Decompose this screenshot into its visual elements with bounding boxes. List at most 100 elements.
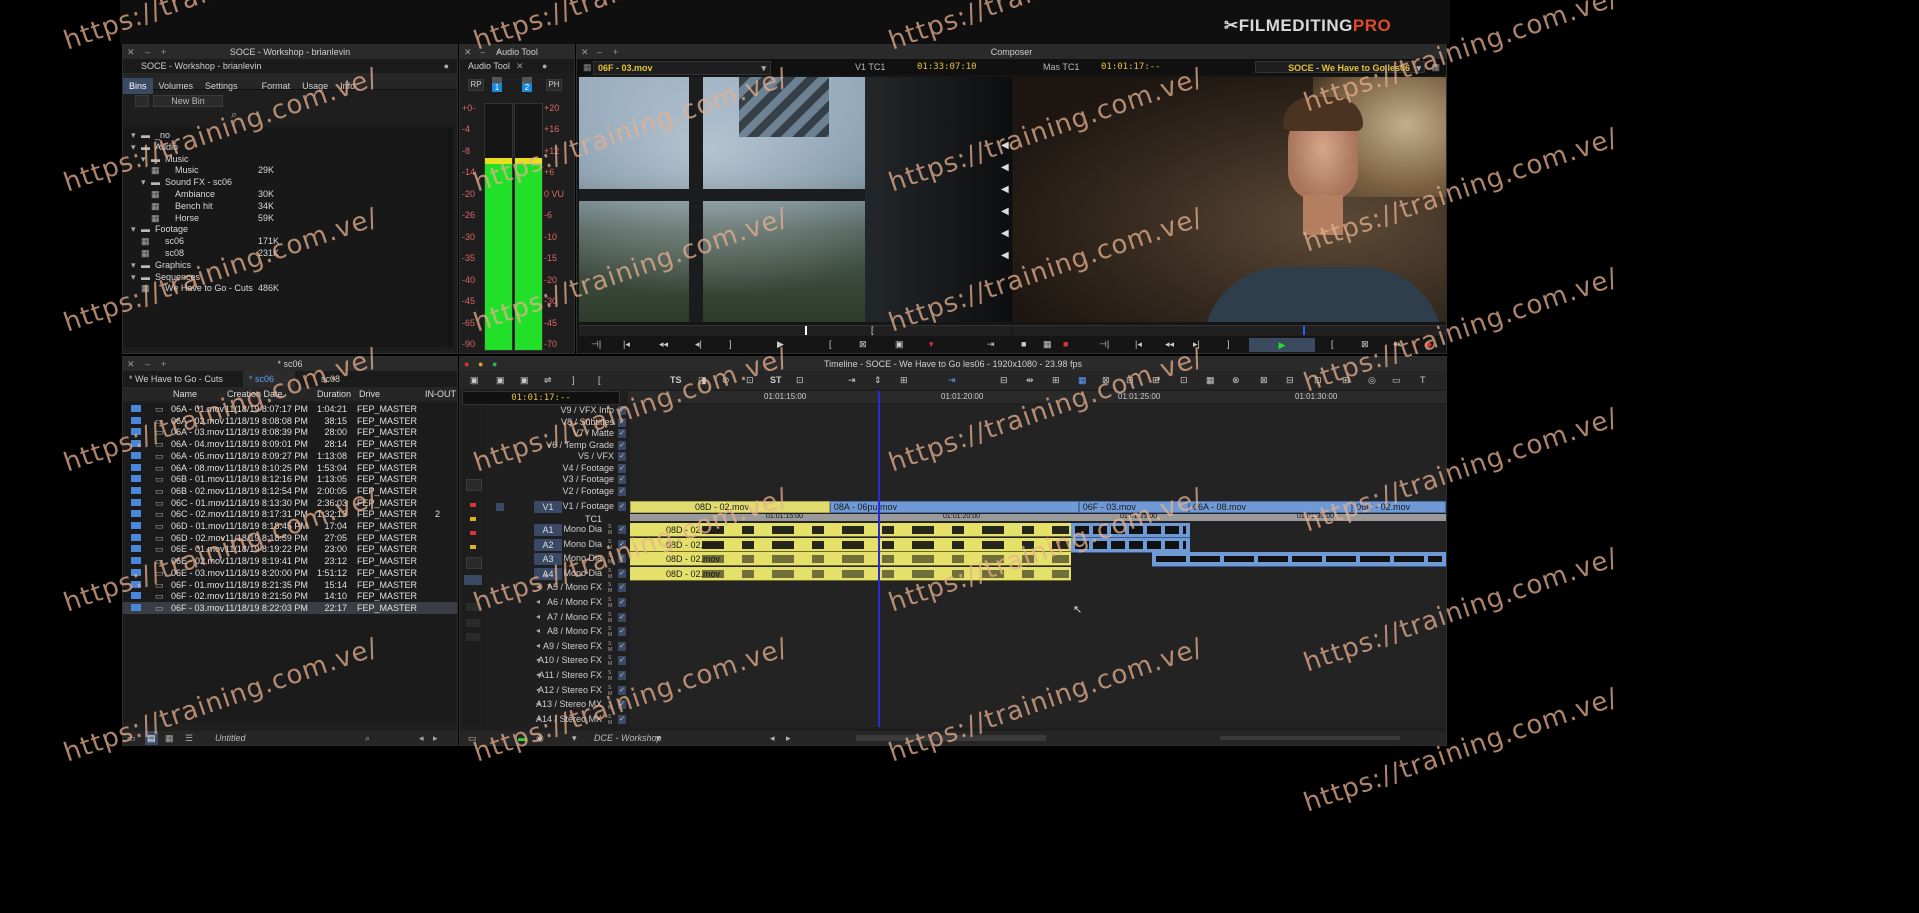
track-label[interactable]: A12 / Stereo FX [538,685,602,695]
record-position-marker[interactable] [1303,326,1305,335]
red-marker-icon[interactable] [470,503,476,507]
record-icon[interactable]: ◆ [1425,339,1432,350]
speaker-icon[interactable]: ◂ [536,685,540,694]
track-label[interactable]: V2 / Footage [562,486,614,496]
panel-menu-icon[interactable]: ● [444,59,449,73]
audio-icon[interactable]: ◉ [536,731,544,745]
track-label[interactable]: V7 / Matte [573,428,614,438]
video-clip[interactable]: 06C - 02.mov [1352,501,1446,513]
col-in-out[interactable]: IN-OUT [425,387,456,401]
solo-mute-buttons[interactable]: S M [608,539,614,551]
table-row[interactable]: ▭ 06A - 02.mov 11/18/19 8:08:08 PM 38:15 FEP… [123,415,457,427]
track-label[interactable]: V8 / Subtitles [561,417,614,427]
tool-zoom-icon[interactable]: ⇕ [874,371,882,389]
track-lock-icon[interactable]: ✓ [618,583,626,593]
yellow-marker-icon[interactable] [470,517,476,521]
solo-mute-buttons[interactable]: S M [608,626,614,638]
table-row[interactable]: ▭ 06E - 02.mov 11/18/19 8:19:41 PM 23:12 FEP… [123,555,457,567]
tab-blank[interactable] [244,73,256,89]
speaker-icon[interactable]: ◂ [536,655,540,664]
close-icon[interactable]: ✕ [581,45,589,59]
record-timecode[interactable]: 01:01:17:-- [1101,59,1161,75]
track-label[interactable]: A10 / Stereo FX [538,655,602,665]
tool-track-icon[interactable]: ⊞ [900,371,908,389]
tree-item[interactable]: ▦ sc06 171K [123,235,453,247]
tool-marker-icon[interactable]: ⊠ [1260,371,1268,389]
v1-patch-button[interactable]: V1 [534,501,562,513]
track-label[interactable]: A14 / Stereo MX [536,714,602,724]
frame-view-icon[interactable]: ▦ [165,731,174,745]
tool-color-icon[interactable]: ⊗ [1232,371,1240,389]
audio-patch-button[interactable]: A3 [534,553,562,566]
speaker-icon[interactable]: ◂ [536,597,540,606]
audio-patch-button[interactable]: A2 [534,538,562,551]
track-lock-icon[interactable]: ✓ [618,568,626,578]
source-position-bar[interactable]: [ [579,325,1012,336]
chevron-down-icon[interactable]: ▾ [656,731,661,745]
scroll-right-icon[interactable]: ▸ [786,731,791,745]
tree-item[interactable]: ▦ Horse 59K [123,212,453,224]
tool-st-button[interactable]: ST [770,371,782,389]
search-icon[interactable]: ⌕ [365,731,370,745]
tool-record-icon[interactable]: ▣ [496,371,505,389]
tool-grid-icon[interactable]: ▦ [1206,371,1215,389]
minimize-icon[interactable]: – [480,45,485,59]
minimize-icon[interactable]: ● [478,357,483,371]
tool-segment-icon[interactable]: ▣ [520,371,529,389]
track-lock-icon[interactable]: ✓ [618,612,626,622]
minimize-icon[interactable]: – [597,45,602,59]
tree-item[interactable]: ▾ ▬ Sequences [123,271,453,283]
track-lock-icon[interactable]: ✓ [618,475,626,484]
tool-more-icon[interactable]: ⊡ [1180,371,1188,389]
tool-icon[interactable] [466,633,480,641]
track-label[interactable]: A5 / Mono FX [547,582,602,592]
source-clip-menu[interactable]: 06F - 03.mov ▾ [593,61,771,75]
track-lock-icon[interactable]: ✓ [618,486,626,496]
track-label[interactable]: A11 / Stereo FX [539,670,602,680]
extract-icon[interactable]: ■ [1063,339,1068,349]
play-button[interactable]: ▶ [1249,338,1315,352]
tool-mark-icon[interactable]: ] [572,371,575,389]
table-row[interactable]: ▭ 06D - 02.mov 11/18/19 8:18:59 PM 27:05 FEP… [123,532,457,544]
mark-in-icon[interactable]: [ [1331,339,1334,349]
maximize-icon[interactable]: + [613,45,618,59]
tab-settings[interactable]: Settings [199,78,244,94]
brief-view-icon[interactable]: ▭ [127,731,136,745]
track-label[interactable]: V1 / Footage [562,501,614,511]
track-label[interactable]: A6 / Mono FX [547,597,602,607]
timeline-timecode[interactable]: 01:01:17:-- [462,391,620,405]
trim-icon[interactable]: ⇹ [1393,339,1401,350]
channel-1-indicator[interactable]: 1 [492,77,502,93]
disclosure-triangle-icon[interactable]: ▾ [131,141,136,153]
table-row[interactable]: ▭ 06C - 01.mov 11/18/19 8:13:30 PM 2:36:03 F… [123,497,457,509]
scroll-left-icon[interactable]: ◂ [770,731,775,745]
record-sequence-menu[interactable]: SOCE - We Have to Go les06 ▾ [1255,61,1425,73]
tool-link-icon[interactable]: ⊠ [1102,371,1110,389]
mark-out-icon[interactable]: ] [729,339,732,349]
solo-mute-buttons[interactable]: S M [608,568,614,580]
tree-item[interactable]: ▾ ▬ Audio [123,141,453,153]
speaker-icon[interactable]: ◂ [536,641,540,650]
step-back-icon[interactable]: |◂ [1135,339,1142,350]
solo-mute-buttons[interactable]: S M [608,524,614,536]
monitor-icon[interactable] [464,575,482,585]
table-row[interactable]: ▭ 06C - 02.mov 11/18/19 8:17:31 PM 1:32:13 F… [123,508,457,520]
track-control-icon[interactable] [466,479,482,491]
close-icon[interactable]: ✕ [127,357,135,371]
track-lock-icon[interactable]: ✓ [618,417,626,427]
bin-view-toggle[interactable] [135,95,149,107]
minimize-icon[interactable]: – [145,357,150,371]
track-lock-icon[interactable]: ✓ [618,539,626,549]
track-lock-icon[interactable]: ✓ [618,525,626,534]
audio-clip[interactable] [1071,523,1190,538]
speaker-icon[interactable]: ◂ [536,714,540,723]
table-row[interactable]: ▭ 06B - 01.mov 11/18/19 8:12:16 PM 1:13:05 F… [123,473,457,485]
tool-lift-out-icon[interactable]: ⊟ [1126,371,1134,389]
audio-patch-button[interactable]: A1 [534,524,562,536]
track-toggle-icon[interactable]: ▭ [468,731,477,745]
panel-menu-icon[interactable]: ● [542,59,547,73]
match-frame-icon[interactable]: ▣ [895,339,904,350]
video-clip[interactable]: 06A - 08.mov [1188,501,1353,513]
audio-clip[interactable] [1152,552,1446,568]
track-label[interactable]: V6 / Temp Grade [546,440,614,450]
